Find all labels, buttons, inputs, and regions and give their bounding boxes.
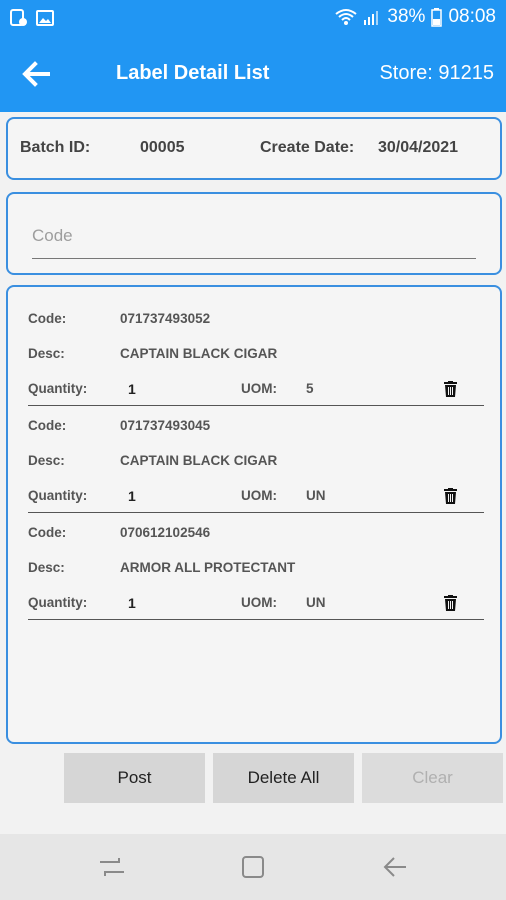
clock: 08:08: [448, 6, 496, 27]
code-input[interactable]: Code: [32, 226, 73, 246]
battery-percent: 38%: [387, 6, 426, 27]
item-uom: 5: [306, 381, 314, 396]
item-desc: CAPTAIN BLACK CIGAR: [120, 346, 278, 361]
notification-icon: [10, 9, 27, 26]
desc-label: Desc:: [28, 560, 65, 575]
home-icon[interactable]: [241, 855, 265, 879]
item-quantity: 1: [128, 381, 136, 397]
batch-info-card: Batch ID: 00005 Create Date: 30/04/2021: [6, 117, 502, 180]
input-underline: [32, 258, 476, 259]
item-code: 071737493052: [120, 311, 211, 326]
item-uom: UN: [306, 595, 326, 610]
batch-id-label: Batch ID:: [20, 139, 91, 156]
page-title: Label Detail List: [116, 62, 270, 84]
delete-all-button[interactable]: Delete All: [213, 753, 354, 803]
create-date-value: 30/04/2021: [378, 139, 459, 156]
signal-icon: [364, 11, 379, 25]
app-bar: Label Detail List Store: 91215: [0, 36, 506, 112]
list-item[interactable]: Code: 071737493045 Desc: CAPTAIN BLACK C…: [28, 405, 484, 513]
list-item[interactable]: Code: 070612102546 Desc: ARMOR ALL PROTE…: [28, 512, 484, 620]
quantity-label: Quantity:: [28, 595, 88, 610]
item-quantity: 1: [128, 595, 136, 611]
item-list-card: Code: 071737493052 Desc: CAPTAIN BLACK C…: [6, 285, 502, 744]
item-code: 070612102546: [120, 525, 211, 540]
trash-icon[interactable]: [444, 488, 457, 504]
wifi-icon: [335, 9, 358, 25]
trash-icon[interactable]: [444, 381, 457, 397]
uom-label: UOM:: [241, 595, 277, 610]
item-code: 071737493045: [120, 418, 211, 433]
item-desc: CAPTAIN BLACK CIGAR: [120, 453, 278, 468]
code-input-card: Code: [6, 192, 502, 275]
code-label: Code:: [28, 311, 67, 326]
image-icon: [36, 10, 54, 26]
system-nav-bar: [0, 834, 506, 900]
store-number: Store: 91215: [379, 62, 494, 84]
trash-icon[interactable]: [444, 595, 457, 611]
item-desc: ARMOR ALL PROTECTANT: [120, 560, 296, 575]
desc-label: Desc:: [28, 346, 65, 361]
uom-label: UOM:: [241, 488, 277, 503]
item-uom: UN: [306, 488, 326, 503]
item-quantity: 1: [128, 488, 136, 504]
battery-icon: [431, 7, 443, 27]
code-label: Code:: [28, 418, 67, 433]
quantity-label: Quantity:: [28, 488, 88, 503]
create-date-label: Create Date:: [260, 139, 355, 156]
status-bar: 38% 08:08: [0, 0, 506, 36]
code-label: Code:: [28, 525, 67, 540]
recent-apps-icon[interactable]: [99, 856, 125, 878]
batch-id-value: 00005: [140, 139, 185, 156]
clear-button[interactable]: Clear: [362, 753, 503, 803]
back-nav-icon[interactable]: [383, 855, 407, 879]
desc-label: Desc:: [28, 453, 65, 468]
back-arrow-icon[interactable]: [20, 58, 52, 90]
uom-label: UOM:: [241, 381, 277, 396]
quantity-label: Quantity:: [28, 381, 88, 396]
post-button[interactable]: Post: [64, 753, 205, 803]
list-item[interactable]: Code: 071737493052 Desc: CAPTAIN BLACK C…: [28, 298, 484, 406]
